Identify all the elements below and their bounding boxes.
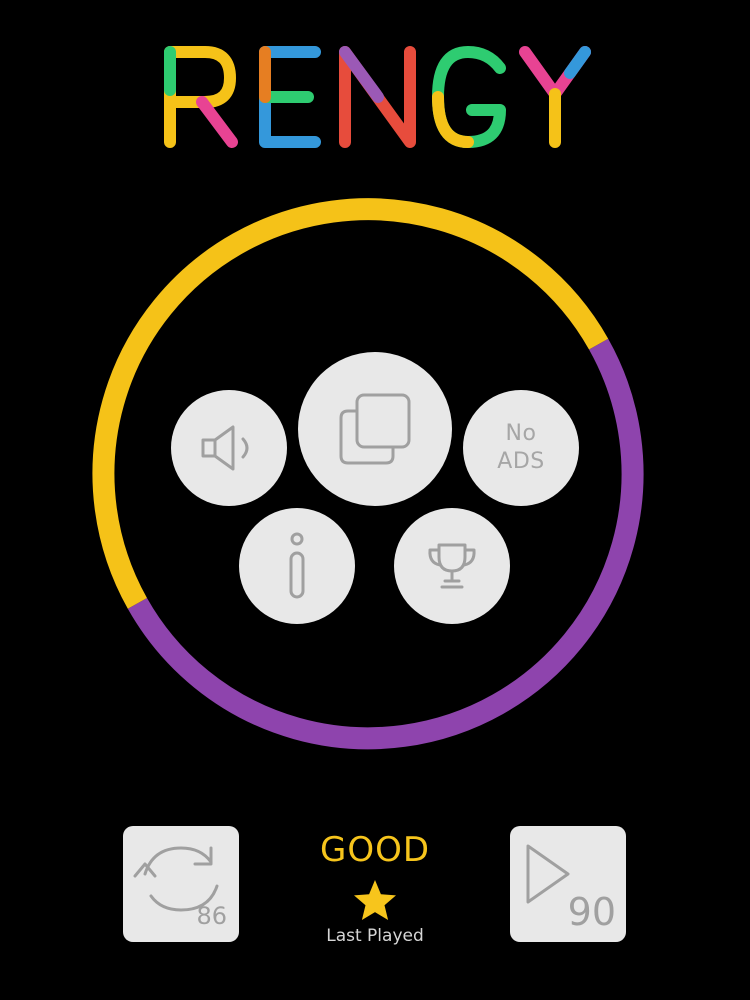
leaderboard-button[interactable] [394,508,510,624]
no-ads-button[interactable]: No ADS [463,390,579,506]
play-levels-button[interactable] [298,352,452,506]
info-button[interactable] [239,508,355,624]
no-ads-label: No ADS [497,420,544,476]
restart-button[interactable]: 86 [123,826,239,942]
next-level-button[interactable]: 90 [510,826,626,942]
info-icon [289,532,305,599]
stacked-squares-icon [339,393,411,465]
no-ads-line-1: No [505,421,537,446]
star-icon [354,880,396,920]
rating-text: GOOD [319,830,431,870]
trophy-icon [428,543,476,589]
speaker-icon [201,425,249,471]
sound-button[interactable] [171,390,287,506]
rengy-logo [164,46,591,148]
restart-count: 86 [196,902,227,930]
no-ads-line-2: ADS [497,449,545,474]
level-number: 90 [567,890,616,934]
last-played-label: Last Played [326,926,424,946]
last-played-rating: GOOD Last Played [275,828,475,946]
